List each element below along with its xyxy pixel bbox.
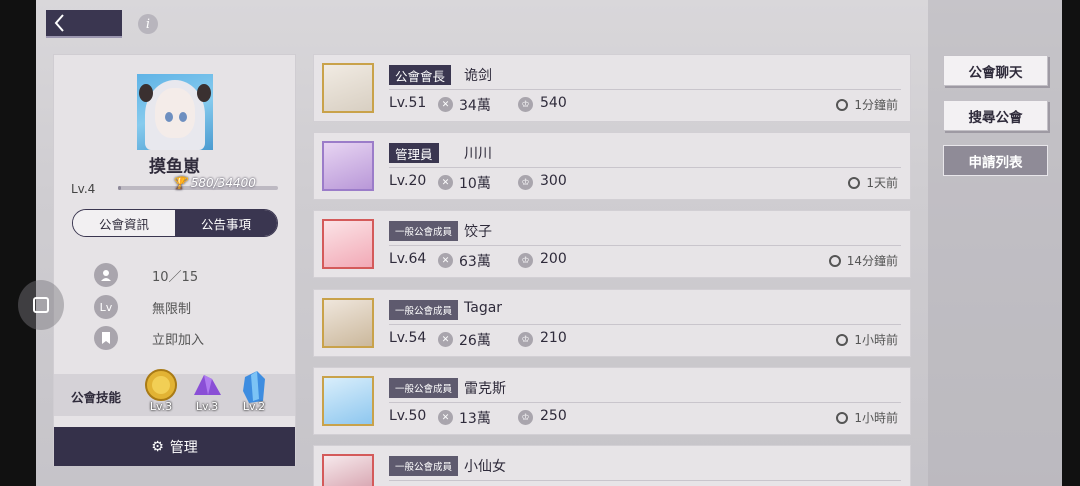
member-trophies: 300 (540, 173, 567, 189)
guild-join-row: 立即加入 (94, 326, 204, 350)
tab-guild-info[interactable]: 公會資訊 (73, 210, 175, 236)
screen-bezel-left (0, 0, 36, 486)
guild-skill-gold[interactable]: Lv.3 (144, 369, 178, 413)
member-power: 13萬 (459, 411, 491, 427)
sword-icon: ✕ (438, 332, 453, 347)
member-trophies: 540 (540, 95, 567, 111)
sword-icon: ✕ (438, 410, 453, 425)
member-name: 小仙女 (464, 459, 506, 475)
chevron-left-icon (54, 14, 64, 32)
guild-info-panel: 摸鱼崽 Lv.4 🏆 580/34400 公會資訊 公告事項 10／15 Lv … (53, 54, 296, 466)
level-icon: Lv (94, 295, 118, 319)
manage-button[interactable]: ⚙ 管理 (54, 427, 295, 466)
tab-announcements[interactable]: 公告事項 (175, 210, 277, 236)
trophy-icon: ♔ (518, 253, 533, 268)
member-row[interactable]: 管理員 川川 Lv.20 ✕ 10萬 ♔ 300 1天前 (313, 132, 911, 200)
member-avatar (322, 454, 374, 486)
guild-exp-text: 🏆 580/34400 (172, 176, 256, 190)
member-power: 34萬 (459, 98, 491, 114)
member-role-badge: 公會會長 (389, 65, 452, 85)
sword-icon: ✕ (438, 253, 453, 268)
application-list-button[interactable]: 申請列表 (943, 145, 1048, 176)
member-name: 诡剑 (464, 68, 492, 84)
guild-skills-band: 公會技能 Lv.3 Lv.3 Lv.2 (54, 369, 295, 416)
guild-level-requirement: 無限制 (152, 301, 192, 317)
member-role-badge: 一般公會成員 (389, 221, 459, 241)
trophy-icon: ♔ (518, 410, 533, 425)
sword-icon: ✕ (438, 97, 453, 112)
trophy-icon: ♔ (518, 332, 533, 347)
floating-handle[interactable] (18, 280, 64, 330)
back-button[interactable] (46, 10, 122, 38)
member-name: 雷克斯 (464, 381, 506, 397)
member-name: Tagar (464, 300, 503, 316)
member-role-badge: 一般公會成員 (389, 456, 459, 476)
bookmark-icon (94, 326, 118, 350)
member-row[interactable]: 一般公會成員 Tagar Lv.54 ✕ 26萬 ♔ 210 1小時前 (313, 289, 911, 357)
trophy-icon: 🏆 (172, 176, 187, 190)
member-last-seen: 1天前 (848, 174, 898, 191)
member-level: Lv.54 (389, 330, 427, 346)
member-last-seen: 14分鐘前 (828, 252, 898, 269)
member-power: 10萬 (459, 176, 491, 192)
member-trophies: 250 (540, 408, 567, 424)
member-row[interactable]: 一般公會成員 雷克斯 Lv.50 ✕ 13萬 ♔ 250 1小時前 (313, 367, 911, 435)
guild-members-row: 10／15 (94, 263, 198, 287)
clock-icon (828, 254, 841, 267)
guild-emblem (137, 74, 213, 150)
member-trophies: 200 (540, 251, 567, 267)
screen-bezel-right (1062, 0, 1080, 486)
guild-skill-blue[interactable]: Lv.2 (237, 369, 271, 413)
member-level: Lv.20 (389, 173, 427, 189)
member-last-seen: 1小時前 (836, 409, 898, 426)
guild-chat-button[interactable]: 公會聊天 (943, 55, 1048, 86)
member-level: Lv.64 (389, 251, 427, 267)
member-role-badge: 一般公會成員 (389, 300, 459, 320)
member-name: 川川 (464, 146, 492, 162)
member-avatar (322, 63, 374, 113)
member-row[interactable]: 公會會長 诡剑 Lv.51 ✕ 34萬 ♔ 540 1分鐘前 (313, 54, 911, 122)
member-last-seen: 1小時前 (836, 331, 898, 348)
member-avatar (322, 141, 374, 191)
member-level: Lv.50 (389, 408, 427, 424)
guild-member-count: 10／15 (152, 269, 199, 285)
guild-skill-purple[interactable]: Lv.3 (190, 369, 224, 413)
gold-coin-icon (145, 369, 177, 401)
member-power: 63萬 (459, 254, 491, 270)
member-power: 26萬 (459, 333, 491, 349)
guild-join-type: 立即加入 (152, 332, 205, 348)
guild-tabs: 公會資訊 公告事項 (72, 209, 278, 237)
member-trophies: 210 (540, 330, 567, 346)
member-avatar (322, 376, 374, 426)
member-row[interactable]: 一般公會成員 小仙女 (313, 445, 911, 486)
trophy-icon: ♔ (518, 175, 533, 190)
member-last-seen: 1分鐘前 (836, 96, 898, 113)
member-role-badge: 管理員 (389, 143, 439, 163)
member-avatar (322, 219, 374, 269)
member-row[interactable]: 一般公會成員 饺子 Lv.64 ✕ 63萬 ♔ 200 14分鐘前 (313, 210, 911, 278)
guild-name: 摸鱼崽 (149, 157, 200, 177)
sword-icon: ✕ (438, 175, 453, 190)
clock-icon (848, 176, 861, 189)
gear-icon: ⚙ (151, 438, 164, 455)
member-role-badge: 一般公會成員 (389, 378, 459, 398)
guild-level-req-row: Lv 無限制 (94, 295, 191, 319)
guild-level: Lv.4 (71, 182, 96, 196)
guild-skills-label: 公會技能 (71, 390, 122, 405)
member-avatar (322, 298, 374, 348)
search-guild-button[interactable]: 搜尋公會 (943, 100, 1048, 131)
member-level: Lv.51 (389, 95, 427, 111)
trophy-icon: ♔ (518, 97, 533, 112)
clock-icon (836, 411, 849, 424)
member-icon (94, 263, 118, 287)
info-icon[interactable]: i (138, 14, 158, 34)
purple-gem-icon (194, 375, 221, 395)
clock-icon (836, 333, 849, 346)
member-name: 饺子 (464, 224, 492, 240)
clock-icon (836, 98, 849, 111)
